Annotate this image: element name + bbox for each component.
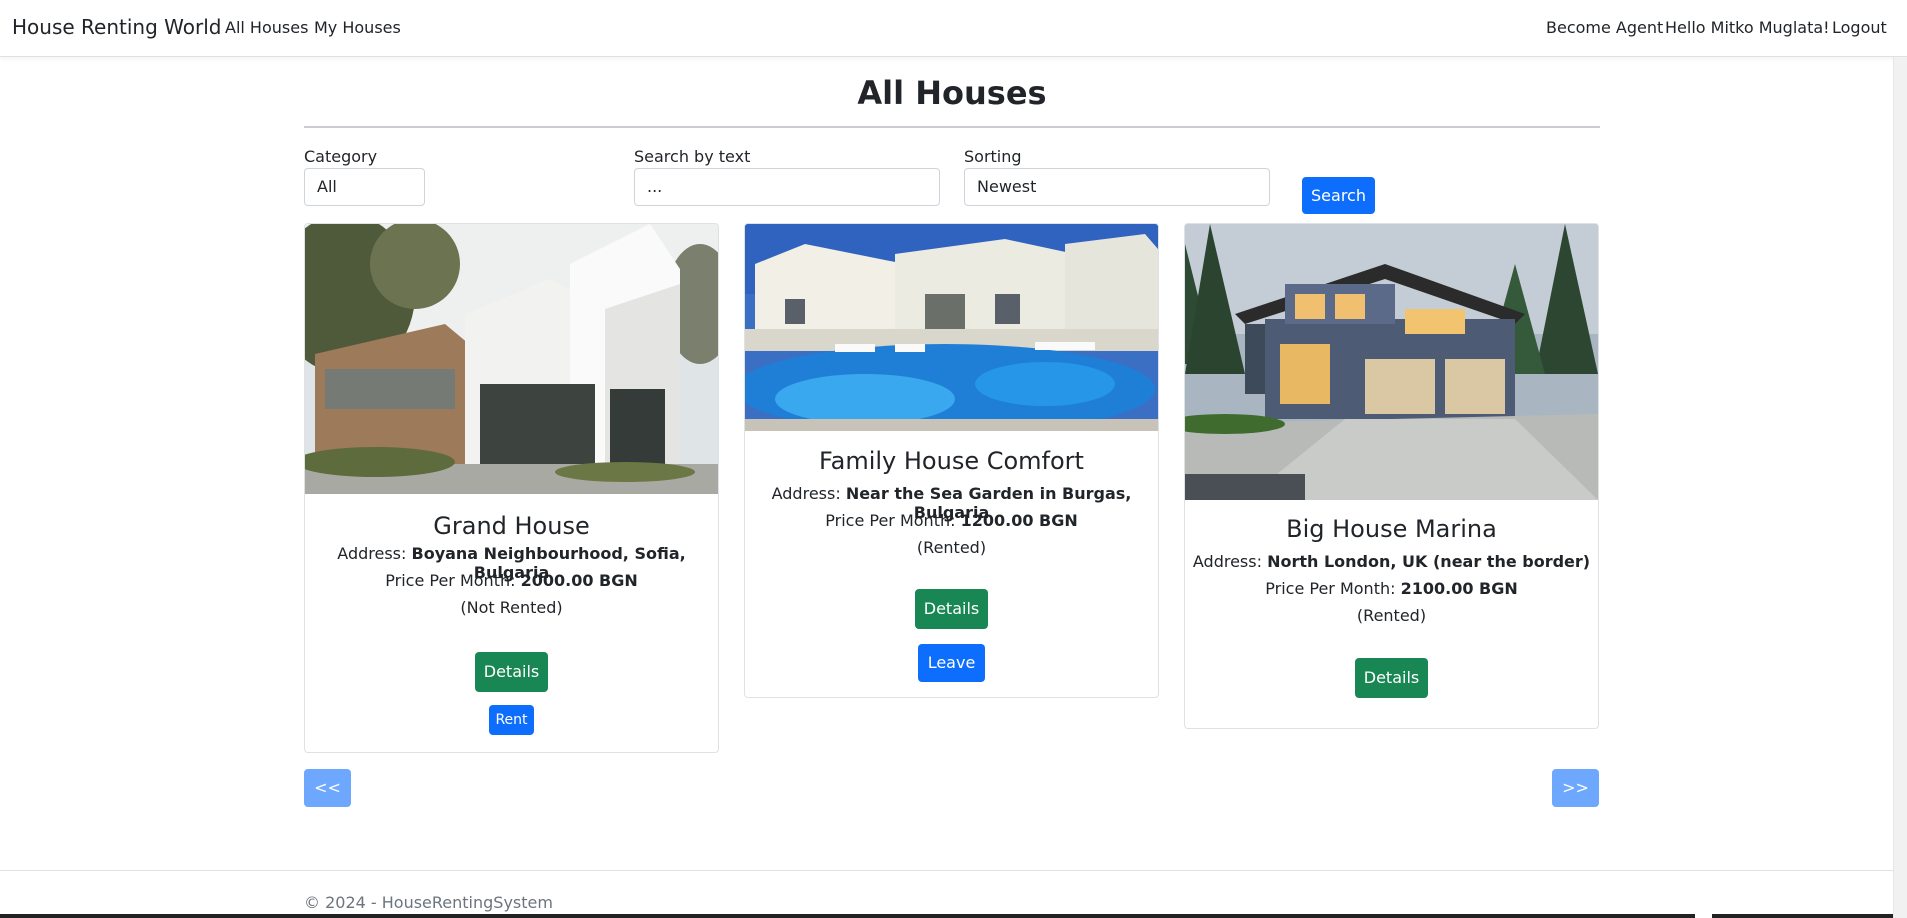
- category-select[interactable]: All: [304, 168, 425, 206]
- next-page-button[interactable]: >>: [1552, 769, 1599, 807]
- price-value: 2100.00 BGN: [1400, 579, 1518, 598]
- title-divider: [304, 126, 1600, 128]
- sorting-select[interactable]: Newest: [964, 168, 1270, 206]
- house-title: Grand House: [433, 512, 590, 540]
- rent-status: (Rented): [916, 538, 987, 557]
- house-card-grand-house: Grand House Address: Boyana Neighbourhoo…: [304, 223, 719, 753]
- house-image: [1185, 224, 1598, 500]
- category-label: Category: [304, 147, 378, 166]
- rent-button[interactable]: Rent: [489, 705, 534, 735]
- search-button[interactable]: Search: [1302, 177, 1375, 214]
- house-price: Price Per Month: 2000.00 BGN: [305, 571, 718, 590]
- nav-all-houses[interactable]: All Houses: [225, 18, 308, 37]
- house-card-family-house-comfort: Family House Comfort Address: Near the S…: [744, 223, 1159, 698]
- sorting-label: Sorting: [964, 147, 1022, 166]
- house-title: Big House Marina: [1286, 515, 1497, 543]
- taskbar-strip-right: [1712, 914, 1893, 918]
- vertical-scrollbar[interactable]: [1893, 57, 1907, 918]
- price-label: Price Per Month:: [825, 511, 961, 530]
- price-value: 1200.00 BGN: [960, 511, 1078, 530]
- page-title: All Houses: [857, 74, 1047, 112]
- rent-status: (Rented): [1356, 606, 1427, 625]
- taskbar-strip: [0, 914, 1695, 918]
- nav-logout[interactable]: Logout: [1832, 18, 1887, 37]
- price-label: Price Per Month:: [385, 571, 521, 590]
- house-title: Family House Comfort: [819, 447, 1084, 475]
- details-button[interactable]: Details: [1355, 658, 1428, 698]
- details-button[interactable]: Details: [475, 652, 548, 692]
- rent-status: (Not Rented): [460, 598, 563, 617]
- address-label: Address:: [1192, 552, 1268, 571]
- nav-my-houses[interactable]: My Houses: [314, 18, 401, 37]
- brand-link[interactable]: House Renting World: [12, 15, 221, 39]
- previous-page-button[interactable]: <<: [304, 769, 351, 807]
- search-input[interactable]: ...: [634, 168, 940, 206]
- address-value: North London, UK (near the border): [1267, 552, 1591, 571]
- house-card-big-house-marina: Big House Marina Address: North London, …: [1184, 223, 1599, 729]
- search-label: Search by text: [634, 147, 751, 166]
- footer-copyright: © 2024 - HouseRentingSystem: [304, 893, 553, 912]
- house-address: Address: North London, UK (near the bord…: [1185, 552, 1598, 571]
- sorting-value: Newest: [977, 177, 1037, 196]
- house-image: [305, 224, 718, 494]
- price-value: 2000.00 BGN: [520, 571, 638, 590]
- details-button[interactable]: Details: [915, 589, 988, 629]
- category-value: All: [317, 177, 337, 196]
- price-label: Price Per Month:: [1265, 579, 1401, 598]
- top-navbar: House Renting World All Houses My Houses…: [0, 0, 1907, 57]
- house-price: Price Per Month: 2100.00 BGN: [1185, 579, 1598, 598]
- footer-divider: [0, 870, 1893, 871]
- house-image: [745, 224, 1158, 431]
- house-price: Price Per Month: 1200.00 BGN: [745, 511, 1158, 530]
- search-placeholder: ...: [647, 177, 663, 196]
- leave-button[interactable]: Leave: [918, 644, 985, 682]
- address-label: Address:: [337, 544, 412, 563]
- nav-user-greeting[interactable]: Hello Mitko Muglata!: [1665, 18, 1830, 37]
- address-label: Address:: [771, 484, 846, 503]
- nav-become-agent[interactable]: Become Agent: [1546, 18, 1663, 37]
